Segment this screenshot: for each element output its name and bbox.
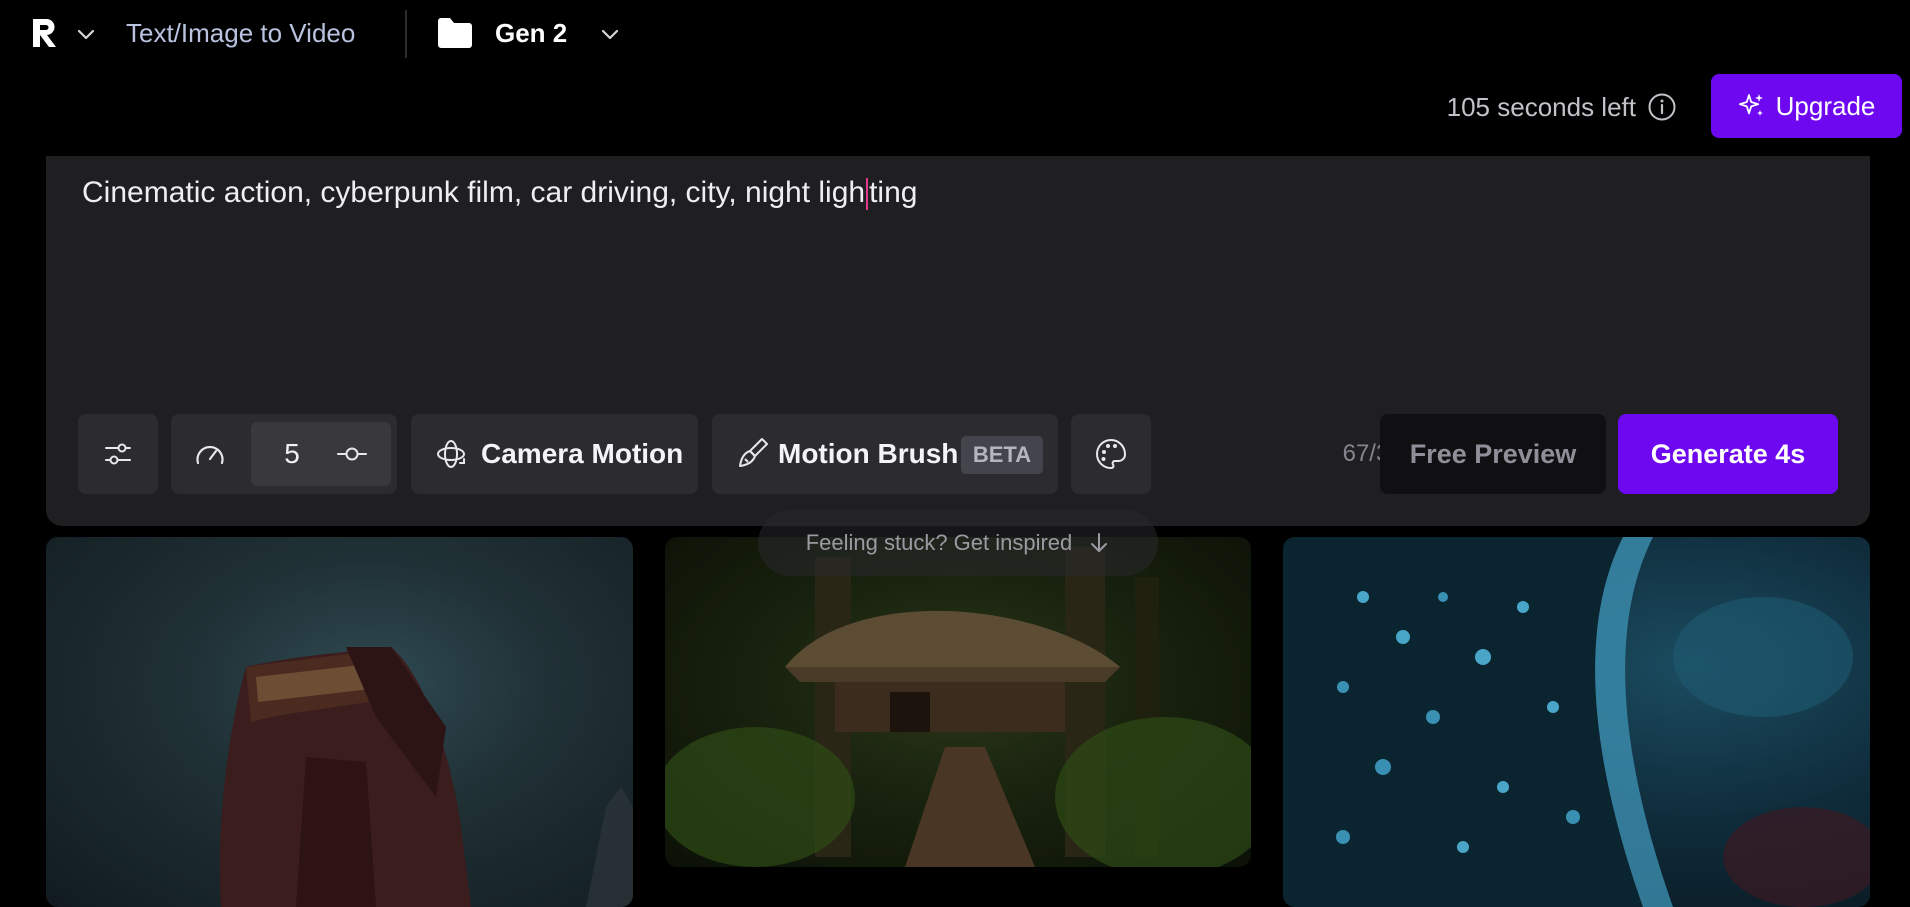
style-palette-button[interactable] — [1071, 414, 1151, 494]
arrow-down-icon — [1091, 533, 1108, 552]
camera-orbit-icon — [437, 440, 465, 468]
camera-motion-label: Camera Motion — [481, 438, 684, 469]
text-caret — [866, 178, 869, 211]
free-preview-button[interactable]: Free Preview — [1380, 414, 1606, 494]
chevron-down-icon[interactable] — [76, 24, 96, 44]
folder-icon[interactable] — [436, 16, 474, 50]
chevron-down-icon[interactable] — [600, 24, 620, 44]
runway-logo-icon[interactable] — [28, 16, 62, 50]
motion-value-box[interactable]: 5 — [251, 422, 391, 486]
upgrade-label: Upgrade — [1775, 90, 1876, 121]
hooded-figure-image — [219, 647, 633, 907]
inspiration-tile-hooded-figure[interactable] — [46, 537, 633, 907]
inspiration-tile-coral[interactable] — [1283, 537, 1870, 907]
brush-icon — [739, 438, 768, 467]
palette-icon — [1096, 439, 1126, 469]
nav-divider — [405, 10, 407, 58]
sparkle-icon — [1738, 94, 1763, 116]
forest-hut-image — [665, 537, 1251, 867]
coral-image — [1283, 537, 1870, 907]
get-inspired-label: Feeling stuck? Get inspired — [805, 530, 1073, 555]
get-inspired-button[interactable]: Feeling stuck? Get inspired — [758, 510, 1158, 576]
motion-brush-label: Motion Brush — [778, 438, 959, 469]
gauge-icon — [196, 445, 224, 465]
prompt-textarea[interactable]: Cinematic action, cyberpunk film, car dr… — [82, 166, 1832, 220]
general-motion-control[interactable]: 5 — [171, 414, 397, 494]
generate-button[interactable]: Generate 4s — [1618, 414, 1838, 494]
beta-badge: BETA — [961, 436, 1043, 474]
prompt-text-before-caret: Cinematic action, cyberpunk film, car dr… — [82, 176, 866, 209]
info-icon[interactable] — [1647, 92, 1677, 122]
settings-button[interactable] — [78, 414, 158, 494]
sliders-icon — [105, 443, 131, 465]
prompt-text-after-caret: ting — [869, 176, 918, 209]
motion-value: 5 — [284, 438, 300, 469]
prompt-panel: Cinematic action, cyberpunk film, car dr… — [46, 156, 1870, 526]
camera-motion-button[interactable]: Camera Motion — [411, 414, 698, 494]
inspiration-tile-forest-hut[interactable] — [665, 537, 1251, 867]
motion-brush-button[interactable]: Motion Brush BETA — [712, 414, 1058, 494]
breadcrumb-project[interactable]: Gen 2 — [495, 16, 567, 50]
upgrade-button[interactable]: Upgrade — [1711, 74, 1902, 138]
slider-icon[interactable] — [337, 440, 367, 468]
breadcrumb-mode[interactable]: Text/Image to Video — [126, 16, 355, 50]
top-nav: Text/Image to Video Gen 2 — [0, 0, 1910, 68]
seconds-left-label: 105 seconds left — [1446, 92, 1636, 122]
